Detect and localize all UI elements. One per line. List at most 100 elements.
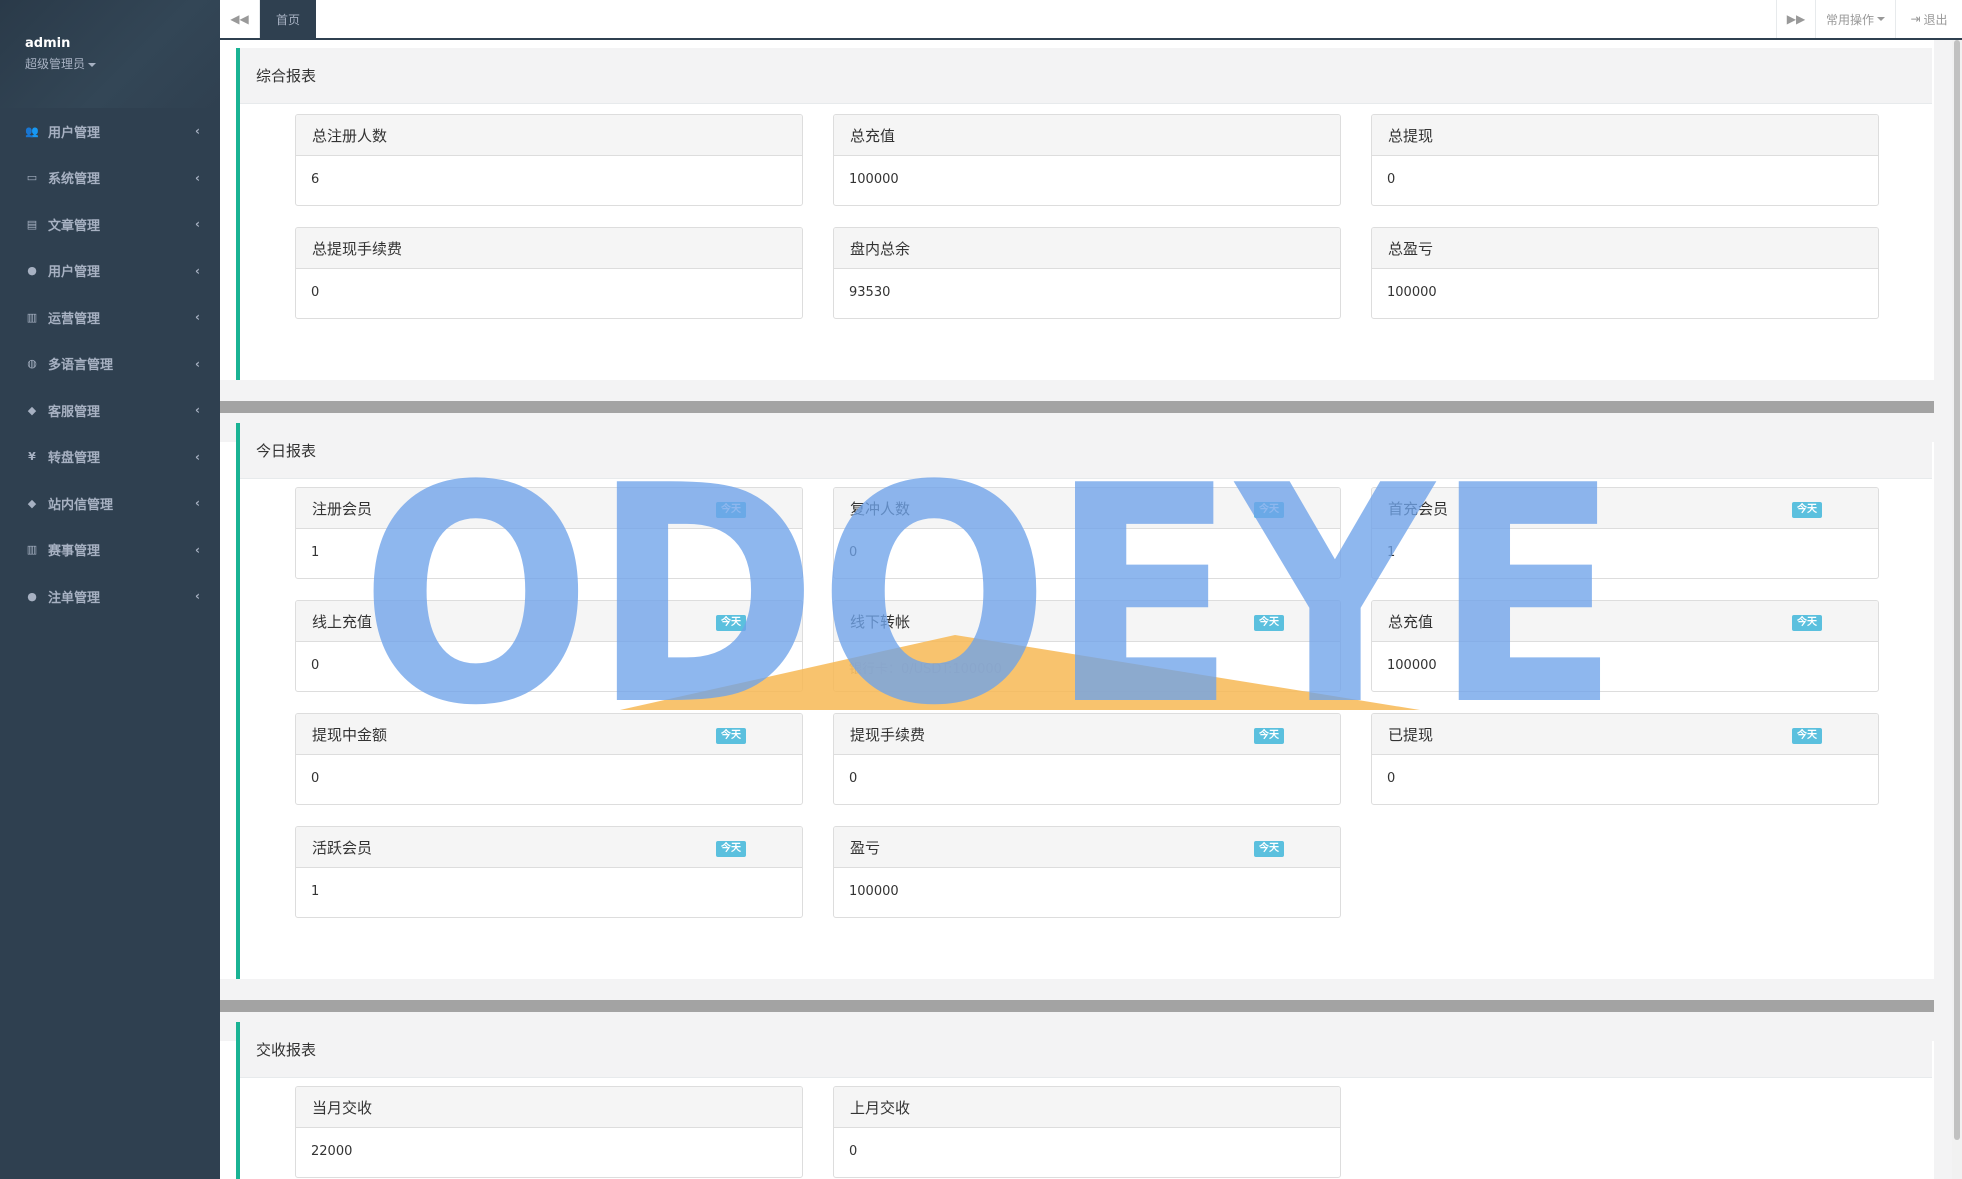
globe-icon: ◍ [27, 357, 37, 371]
stat-card-title: 上月交收 [834, 1087, 1340, 1128]
stat-card: 活跃会员 今天 1 [295, 826, 803, 918]
stat-card: 当月交收 22000 [295, 1086, 803, 1178]
stat-card-value: 0 [849, 771, 858, 786]
caret-down-icon [1877, 17, 1885, 21]
sidebar-item-user-management[interactable]: 👥 用户管理 ‹ [0, 108, 220, 155]
yen-icon: ¥ [28, 450, 36, 464]
today-badge: 今天 [716, 502, 746, 518]
stat-card-value: 银行卡：0/USDT:100000 [849, 662, 1002, 677]
today-badge: 今天 [1792, 502, 1822, 518]
today-badge: 今天 [716, 841, 746, 857]
today-badge: 今天 [1254, 728, 1284, 744]
chevron-left-icon: ‹ [195, 403, 200, 418]
stat-card-title: 活跃会员 [312, 838, 373, 857]
sidebar-item-match-management[interactable]: ▥ 赛事管理 ‹ [0, 527, 220, 574]
stat-card-title: 盘内总余 [834, 228, 1340, 269]
scrollbar-thumb[interactable] [1954, 40, 1960, 1140]
sidebar-item-label: 用户管理 [48, 125, 101, 141]
today-badge: 今天 [1254, 615, 1284, 631]
sidebar-item-bet-management[interactable]: ● 注单管理 ‹ [0, 573, 220, 620]
tab-scroll-left-button[interactable]: ◀◀ [220, 0, 260, 38]
stat-card-value: 1 [311, 545, 320, 560]
stat-card-value: 1 [311, 884, 320, 899]
bar-chart-icon: ▥ [26, 310, 38, 324]
stat-card: 首充会员 今天 1 [1371, 487, 1879, 579]
chevron-left-icon: ‹ [195, 589, 200, 604]
sidebar-item-label: 运营管理 [48, 311, 101, 327]
stat-card-value: 100000 [1387, 658, 1437, 673]
stat-card: 上月交收 0 [833, 1086, 1341, 1178]
desktop-icon: ▭ [26, 171, 38, 185]
stat-card: 已提现 今天 0 [1371, 713, 1879, 805]
stat-card-title: 盈亏 [850, 838, 881, 857]
stat-card-value: 0 [1387, 771, 1396, 786]
stat-card-value: 0 [1387, 172, 1396, 187]
panel-title: 今日报表 [240, 423, 1932, 479]
stat-card-value: 93530 [849, 285, 891, 300]
user-role-dropdown[interactable]: 超级管理员 [25, 55, 220, 72]
summary-report-panel: 综合报表 总注册人数 6 总充值 100000 总提现 0 总提现手续费 0 盘内总余 9… [236, 48, 1932, 380]
tab-home[interactable]: 首页 [260, 0, 316, 38]
stat-card-title: 总注册人数 [296, 115, 802, 156]
book-icon: ▤ [26, 217, 38, 231]
sidebar: admin 超级管理员 👥 用户管理 ‹ ▭ 系统管理 ‹ ▤ 文章管理 ‹ ● 用户管理 ‹ … [0, 0, 220, 1179]
stat-card-title: 总提现手续费 [296, 228, 802, 269]
stat-card: 提现手续费 今天 0 [833, 713, 1341, 805]
chevron-left-icon: ‹ [195, 356, 200, 371]
sidebar-item-label: 多语言管理 [48, 358, 114, 374]
stat-card: 盈亏 今天 100000 [833, 826, 1341, 918]
sidebar-item-article-management[interactable]: ▤ 文章管理 ‹ [0, 201, 220, 248]
today-report-panel: 今日报表 注册会员 今天 1 复冲人数 今天 0 首充会员 今天 1 线上充值 今天 0 线下转… [236, 423, 1932, 979]
users-icon: 👥 [25, 124, 39, 138]
tab-scroll-right-button[interactable]: ▶▶ [1776, 0, 1816, 38]
stat-card: 总注册人数 6 [295, 114, 803, 206]
common-operations-label: 常用操作 [1825, 12, 1874, 27]
sidebar-item-wheel-management[interactable]: ¥ 转盘管理 ‹ [0, 434, 220, 481]
sidebar-item-system-management[interactable]: ▭ 系统管理 ‹ [0, 155, 220, 202]
stat-card-value: 6 [311, 172, 320, 187]
stat-card: 复冲人数 今天 0 [833, 487, 1341, 579]
common-operations-dropdown[interactable]: 常用操作 [1816, 0, 1896, 38]
stat-card-value: 1 [1387, 545, 1396, 560]
chevron-left-icon: ‹ [195, 263, 200, 278]
stat-card-value: 100000 [849, 172, 899, 187]
sidebar-item-message-management[interactable]: ◆ 站内信管理 ‹ [0, 480, 220, 527]
section-divider [220, 401, 1934, 413]
chevron-left-icon: ‹ [195, 217, 200, 232]
stat-card: 线上充值 今天 0 [295, 600, 803, 692]
panel-title: 交收报表 [240, 1022, 1932, 1078]
user-role-label: 超级管理员 [25, 57, 86, 71]
chevron-left-icon: ‹ [195, 124, 200, 139]
stat-card-title: 总提现 [1372, 115, 1878, 156]
stat-card-value: 0 [311, 771, 320, 786]
stat-card-title: 当月交收 [296, 1087, 802, 1128]
settlement-report-panel: 交收报表 当月交收 22000 上月交收 0 [236, 1022, 1932, 1179]
stat-card-title: 提现手续费 [850, 725, 926, 744]
chevron-left-icon: ‹ [195, 310, 200, 325]
stat-card-value: 0 [849, 545, 858, 560]
stat-card-value: 22000 [311, 1144, 353, 1159]
panel-title: 综合报表 [240, 48, 1932, 104]
user-name: admin [25, 36, 71, 51]
chevron-left-icon: ‹ [195, 449, 200, 464]
stat-card-title: 总充值 [834, 115, 1340, 156]
stat-card-title: 复冲人数 [850, 499, 911, 518]
stat-card: 提现中金额 今天 0 [295, 713, 803, 805]
stat-card-value: 100000 [849, 884, 899, 899]
stat-card-title: 注册会员 [312, 499, 373, 518]
sidebar-item-user-management-2[interactable]: ● 用户管理 ‹ [0, 248, 220, 295]
user-icon: ● [27, 589, 37, 603]
today-badge: 今天 [1792, 615, 1822, 631]
vertical-scrollbar[interactable] [1952, 40, 1962, 1179]
today-badge: 今天 [716, 615, 746, 631]
user-icon: ● [27, 264, 37, 278]
tab-bar: ◀◀ 首页 ▶▶ 常用操作 ⇥ 退出 [220, 0, 1962, 40]
stat-card-title: 首充会员 [1388, 499, 1449, 518]
logout-button[interactable]: ⇥ 退出 [1896, 0, 1962, 38]
stat-card: 总提现手续费 0 [295, 227, 803, 319]
sidebar-item-customer-service[interactable]: ◆ 客服管理 ‹ [0, 387, 220, 434]
sidebar-item-operations-management[interactable]: ▥ 运营管理 ‹ [0, 294, 220, 341]
stat-card: 注册会员 今天 1 [295, 487, 803, 579]
sidebar-item-language-management[interactable]: ◍ 多语言管理 ‹ [0, 341, 220, 388]
today-badge: 今天 [1792, 728, 1822, 744]
